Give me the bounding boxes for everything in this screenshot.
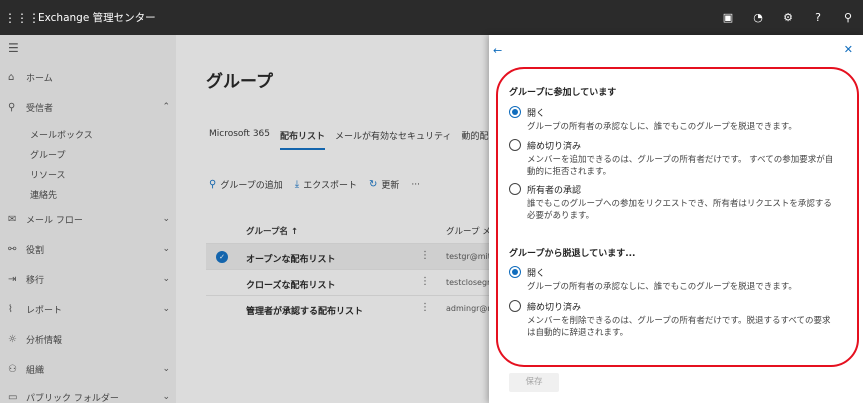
leave-section-title: グループから脱退しています... (509, 249, 636, 259)
top-icons: ▣ ◔ ⚙ ? ⚲ (713, 11, 863, 24)
settings-panel: ← ✕ グループに参加しています 開く グループの所有者の承認なしに、誰でもこの… (489, 35, 863, 403)
join-option-open[interactable]: 開く グループの所有者の承認なしに、誰でもこのグループを脱退できます。 (509, 106, 839, 136)
radio-button[interactable] (509, 106, 521, 118)
overlay[interactable] (0, 35, 489, 403)
save-button[interactable]: 保存 (509, 373, 559, 392)
leave-option-open[interactable]: 開く グループの所有者の承認なしに、誰でもこのグループを脱退できます。 (509, 266, 839, 296)
gear-icon[interactable]: ⚙ (773, 11, 803, 24)
bell-icon[interactable]: ◔ (743, 11, 773, 24)
app-launcher-icon[interactable]: ⋮⋮⋮ (4, 11, 40, 25)
radio-button[interactable] (509, 266, 521, 278)
user-icon[interactable]: ⚲ (833, 11, 863, 24)
radio-button[interactable] (509, 183, 521, 195)
join-option-owner-approval[interactable]: 所有者の承認 誰でもこのグループへの参加をリクエストでき、所有者はリクエストを承… (509, 183, 839, 223)
help-icon[interactable]: ? (803, 11, 833, 24)
top-bar: ⋮⋮⋮ Exchange 管理センター ▣ ◔ ⚙ ? ⚲ (0, 0, 863, 35)
radio-button[interactable] (509, 300, 521, 312)
radio-button[interactable] (509, 139, 521, 151)
terminal-icon[interactable]: ▣ (713, 11, 743, 24)
close-icon[interactable]: ✕ (844, 43, 853, 56)
back-arrow-icon[interactable]: ← (493, 44, 502, 57)
leave-option-closed[interactable]: 締め切り済み メンバーを削除できるのは、グループの所有者だけです。脱退するすべて… (509, 300, 839, 340)
join-section-title: グループに参加しています (509, 88, 617, 98)
join-option-closed[interactable]: 締め切り済み メンバーを追加できるのは、グループの所有者だけです。 すべての参加… (509, 139, 839, 179)
app-title: Exchange 管理センター (38, 12, 156, 24)
